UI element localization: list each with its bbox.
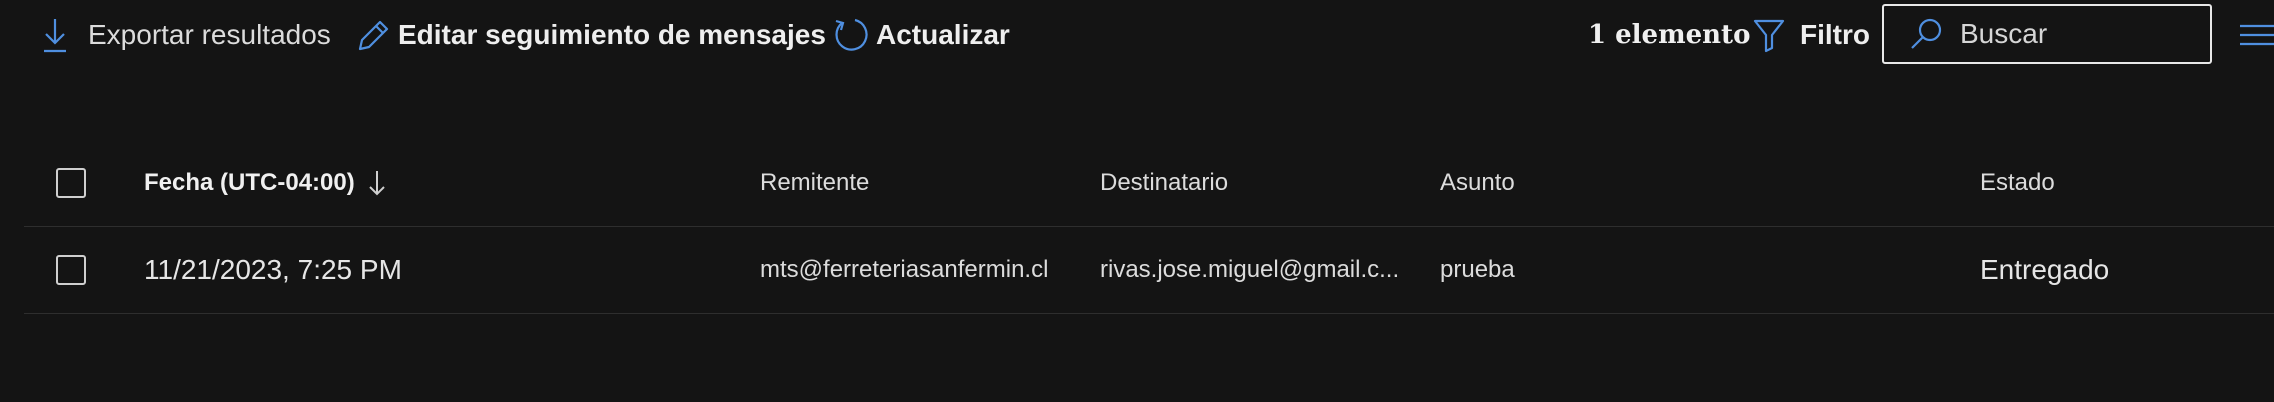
row-date: 11/21/2023, 7:25 PM [144, 227, 402, 313]
column-header-sender-label: Remitente [760, 169, 870, 196]
row-checkbox[interactable] [56, 255, 86, 285]
row-recipient-text: rivas.jose.miguel@gmail.c... [1100, 256, 1400, 283]
column-options-button[interactable] [2236, 22, 2274, 53]
command-bar: Exportar resultados Editar seguimiento d… [0, 0, 2274, 70]
export-results-label: Exportar resultados [88, 19, 331, 50]
row-date-text: 11/21/2023, 7:25 PM [144, 254, 402, 285]
table-header-row: Fecha (UTC-04:00) Remitente Destinatario… [24, 140, 2274, 227]
row-sender: mts@ferreteriasanfermin.cl [760, 227, 1048, 313]
column-header-date[interactable]: Fecha (UTC-04:00) [144, 140, 387, 226]
row-recipient: rivas.jose.miguel@gmail.c... [1100, 227, 1399, 313]
refresh-button[interactable]: Actualizar [832, 14, 1010, 56]
export-results-button[interactable]: Exportar resultados [40, 14, 331, 56]
search-icon [1911, 18, 1942, 49]
edit-message-trace-button[interactable]: Editar seguimiento de mensajes [354, 14, 826, 56]
refresh-label: Actualizar [876, 19, 1010, 50]
column-header-subject[interactable]: Asunto [1440, 140, 1515, 226]
sort-descending-icon [369, 171, 385, 196]
download-icon [44, 19, 66, 53]
row-status: Entregado [1980, 227, 2109, 313]
column-header-status[interactable]: Estado [1980, 140, 2055, 226]
item-count: 1 elemento [1588, 20, 1751, 50]
column-header-date-label: Fecha (UTC-04:00) [144, 169, 355, 196]
search-box[interactable] [1882, 4, 2212, 64]
row-select-cell [56, 227, 86, 313]
column-header-sender[interactable]: Remitente [760, 140, 869, 226]
row-status-text: Entregado [1980, 254, 2110, 285]
message-trace-table: Fecha (UTC-04:00) Remitente Destinatario… [24, 140, 2274, 314]
column-header-status-label: Estado [1980, 169, 2055, 196]
column-options-icon [2240, 24, 2274, 46]
pencil-icon [358, 20, 389, 51]
select-all-checkbox[interactable] [56, 168, 86, 198]
row-sender-text: mts@ferreteriasanfermin.cl [760, 256, 1049, 283]
column-header-subject-label: Asunto [1440, 169, 1515, 196]
refresh-icon [835, 18, 868, 51]
filter-icon [1753, 19, 1785, 53]
column-header-recipient[interactable]: Destinatario [1100, 140, 1228, 226]
table-row[interactable]: 11/21/2023, 7:25 PM mts@ferreteriasanfer… [24, 227, 2274, 314]
row-subject: prueba [1440, 227, 1515, 313]
row-subject-text: prueba [1440, 256, 1515, 283]
select-all-cell [56, 140, 86, 226]
filter-label: Filtro [1800, 19, 1870, 50]
filter-button[interactable]: Filtro [1752, 14, 1870, 56]
edit-message-trace-label: Editar seguimiento de mensajes [398, 19, 826, 50]
search-input[interactable] [1958, 17, 2202, 51]
column-header-recipient-label: Destinatario [1100, 169, 1229, 196]
